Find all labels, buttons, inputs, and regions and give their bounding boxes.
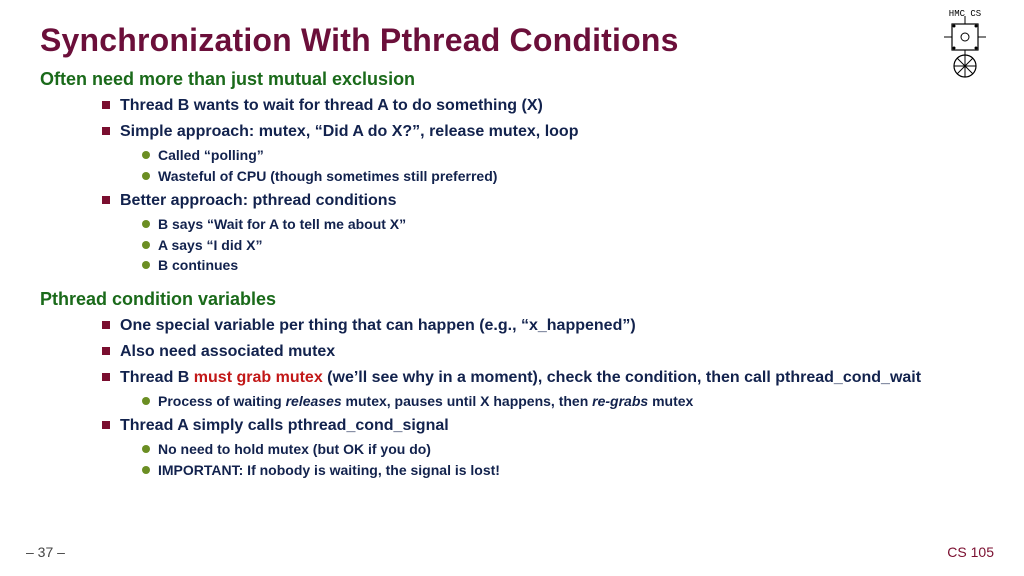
bullet-item: Thread B wants to wait for thread A to d… (102, 96, 984, 116)
bullet-text: One special variable per thing that can … (120, 317, 636, 334)
emphasis-red: must grab mutex (194, 369, 323, 386)
bullet-item: One special variable per thing that can … (102, 316, 984, 336)
sub-text: A says “I did X” (158, 237, 263, 253)
sub-text: No need to hold mutex (but OK if you do) (158, 441, 431, 457)
sub-item: Called “polling” (142, 147, 984, 165)
sub-list: No need to hold mutex (but OK if you do)… (142, 441, 984, 479)
course-label: CS 105 (947, 544, 994, 560)
slide-title: Synchronization With Pthread Conditions (40, 22, 984, 59)
sub-text: Called “polling” (158, 147, 264, 163)
bullet-item: Thread B must grab mutex (we’ll see why … (102, 368, 984, 411)
bullet-item: Simple approach: mutex, “Did A do X?”, r… (102, 122, 984, 185)
sub-text: mutex, pauses until X happens, then (342, 393, 593, 409)
emphasis-italic: releases (286, 393, 342, 409)
sub-list: Process of waiting releases mutex, pause… (142, 393, 984, 411)
bullet-text: Better approach: pthread conditions (120, 192, 396, 209)
sub-item: Wasteful of CPU (though sometimes still … (142, 168, 984, 186)
slide: Synchronization With Pthread Conditions … (0, 0, 1024, 576)
section-heading: Often need more than just mutual exclusi… (40, 69, 984, 90)
sub-text: Wasteful of CPU (though sometimes still … (158, 168, 497, 184)
sub-list: B says “Wait for A to tell me about X” A… (142, 216, 984, 275)
page-number: – 37 – (26, 544, 65, 560)
bullet-list: Thread B wants to wait for thread A to d… (102, 96, 984, 275)
sub-item: A says “I did X” (142, 237, 984, 255)
sub-text: B continues (158, 257, 238, 273)
sub-text: B says “Wait for A to tell me about X” (158, 216, 406, 232)
sub-item: B continues (142, 257, 984, 275)
bullet-item: Also need associated mutex (102, 342, 984, 362)
bullet-text: Simple approach: mutex, “Did A do X?”, r… (120, 123, 578, 140)
hmc-cs-logo: HMC CS (934, 6, 996, 81)
bullet-text: Thread A simply calls pthread_cond_signa… (120, 417, 449, 434)
sub-text: Process of waiting (158, 393, 286, 409)
sub-text: mutex (648, 393, 693, 409)
sub-item: IMPORTANT: If nobody is waiting, the sig… (142, 462, 984, 480)
sub-text: IMPORTANT: If nobody is waiting, the sig… (158, 462, 500, 478)
sub-item: B says “Wait for A to tell me about X” (142, 216, 984, 234)
bullet-text: Thread B (120, 369, 194, 386)
emphasis-italic: re-grabs (592, 393, 648, 409)
bullet-item: Thread A simply calls pthread_cond_signa… (102, 416, 984, 479)
sub-list: Called “polling” Wasteful of CPU (though… (142, 147, 984, 185)
section-heading: Pthread condition variables (40, 289, 984, 310)
bullet-text: Thread B wants to wait for thread A to d… (120, 97, 543, 114)
sub-item: No need to hold mutex (but OK if you do) (142, 441, 984, 459)
bullet-text: (we’ll see why in a moment), check the c… (323, 369, 921, 386)
bullet-text: Also need associated mutex (120, 343, 335, 360)
bullet-item: Better approach: pthread conditions B sa… (102, 191, 984, 275)
bullet-list: One special variable per thing that can … (102, 316, 984, 480)
sub-item: Process of waiting releases mutex, pause… (142, 393, 984, 411)
